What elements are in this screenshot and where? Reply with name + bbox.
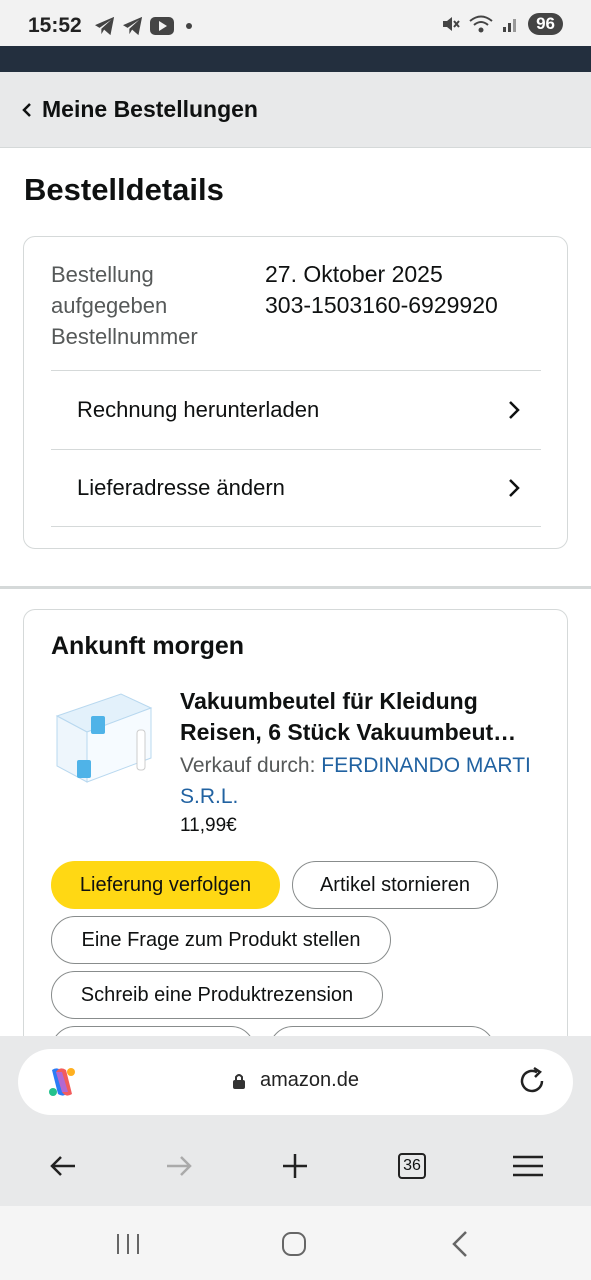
arrow-right-icon <box>167 1156 192 1176</box>
cancel-item-button[interactable]: Artikel stornieren <box>292 861 498 909</box>
copilot-icon[interactable] <box>44 1064 80 1100</box>
track-package-button[interactable]: Lieferung verfolgen <box>51 861 280 909</box>
telegram-icon <box>123 16 143 36</box>
product-thumbnail[interactable] <box>51 686 155 790</box>
system-back-button[interactable] <box>440 1226 480 1262</box>
site-header-strip <box>0 46 591 72</box>
seller-info: Verkauf durch: FERDINANDO MARTI S.R.L. <box>180 750 542 812</box>
youtube-icon <box>150 17 174 35</box>
change-address-link[interactable]: Lieferadresse ändern <box>51 449 541 527</box>
system-nav-bar <box>0 1206 591 1280</box>
back-to-orders-link[interactable]: Meine Bestellungen <box>22 96 258 123</box>
signal-icon <box>503 19 517 32</box>
order-info-labels: Bestellung aufgegeben Bestellnummer <box>51 259 265 352</box>
write-review-button[interactable]: Schreib eine Produktrezension <box>51 971 383 1019</box>
plus-icon <box>283 1154 307 1178</box>
status-bar: 15:52 96 <box>0 0 591 46</box>
home-icon <box>282 1232 306 1256</box>
order-number: 303-1503160-6929920 <box>265 292 498 318</box>
menu-button[interactable] <box>508 1146 548 1186</box>
ask-question-button[interactable]: Eine Frage zum Produkt stellen <box>51 916 391 964</box>
lock-icon <box>233 1074 245 1089</box>
order-date: 27. Oktober 2025 <box>265 261 443 287</box>
page-title: Bestelldetails <box>24 172 224 207</box>
chevron-right-icon <box>509 479 520 497</box>
breadcrumb-bar: Meine Bestellungen <box>0 72 591 148</box>
product-title-link[interactable]: Vakuumbeutel für Kleidung Reisen, 6 Stüc… <box>180 686 542 748</box>
hamburger-menu-icon <box>513 1155 543 1177</box>
order-info-values: 27. Oktober 2025 303-1503160-6929920 <box>265 259 498 352</box>
product-price: 11,99€ <box>180 815 237 836</box>
tabs-button[interactable]: 36 <box>392 1146 432 1186</box>
status-time: 15:52 <box>28 14 82 37</box>
order-number-label: Bestellnummer <box>51 324 198 349</box>
download-invoice-link[interactable]: Rechnung herunterladen <box>51 370 541 448</box>
wifi-icon <box>469 15 493 33</box>
battery-badge: 96 <box>528 13 563 35</box>
browser-toolbar: amazon.de 36 <box>0 1036 591 1206</box>
order-summary-card: Bestellung aufgegeben Bestellnummer 27. … <box>23 236 568 549</box>
mute-icon <box>443 17 460 31</box>
dot-icon <box>186 23 192 29</box>
telegram-icon <box>95 16 115 36</box>
tab-count: 36 <box>398 1153 426 1179</box>
chevron-right-icon <box>509 400 520 419</box>
arrow-left-icon <box>50 1156 75 1176</box>
url-text[interactable]: amazon.de <box>260 1069 359 1092</box>
order-info: Bestellung aufgegeben Bestellnummer 27. … <box>51 259 541 352</box>
forward-button[interactable] <box>159 1146 199 1186</box>
recent-apps-icon <box>117 1234 139 1254</box>
recent-apps-button[interactable] <box>108 1226 148 1262</box>
order-date-label-line1: Bestellung <box>51 262 154 287</box>
shipment-card: Ankunft morgen Vakuumbeutel für Kleidung… <box>23 609 568 1074</box>
new-tab-button[interactable] <box>275 1146 315 1186</box>
system-icons: 96 <box>440 13 563 35</box>
back-button[interactable] <box>43 1146 83 1186</box>
download-invoice-label: Rechnung herunterladen <box>77 396 320 422</box>
back-link-label: Meine Bestellungen <box>42 96 258 122</box>
home-button[interactable] <box>274 1226 314 1262</box>
back-chevron-icon <box>452 1231 467 1257</box>
section-divider <box>0 586 591 589</box>
chevron-left-icon <box>22 102 31 117</box>
notification-icons <box>94 16 192 36</box>
seller-prefix: Verkauf durch: <box>180 754 322 777</box>
address-bar[interactable]: amazon.de <box>18 1049 573 1115</box>
change-address-label: Lieferadresse ändern <box>77 475 285 500</box>
reload-icon[interactable] <box>515 1064 549 1098</box>
browser-nav-row: 36 <box>0 1146 591 1186</box>
arrival-status: Ankunft morgen <box>51 632 245 660</box>
order-date-label-line2: aufgegeben <box>51 293 168 318</box>
